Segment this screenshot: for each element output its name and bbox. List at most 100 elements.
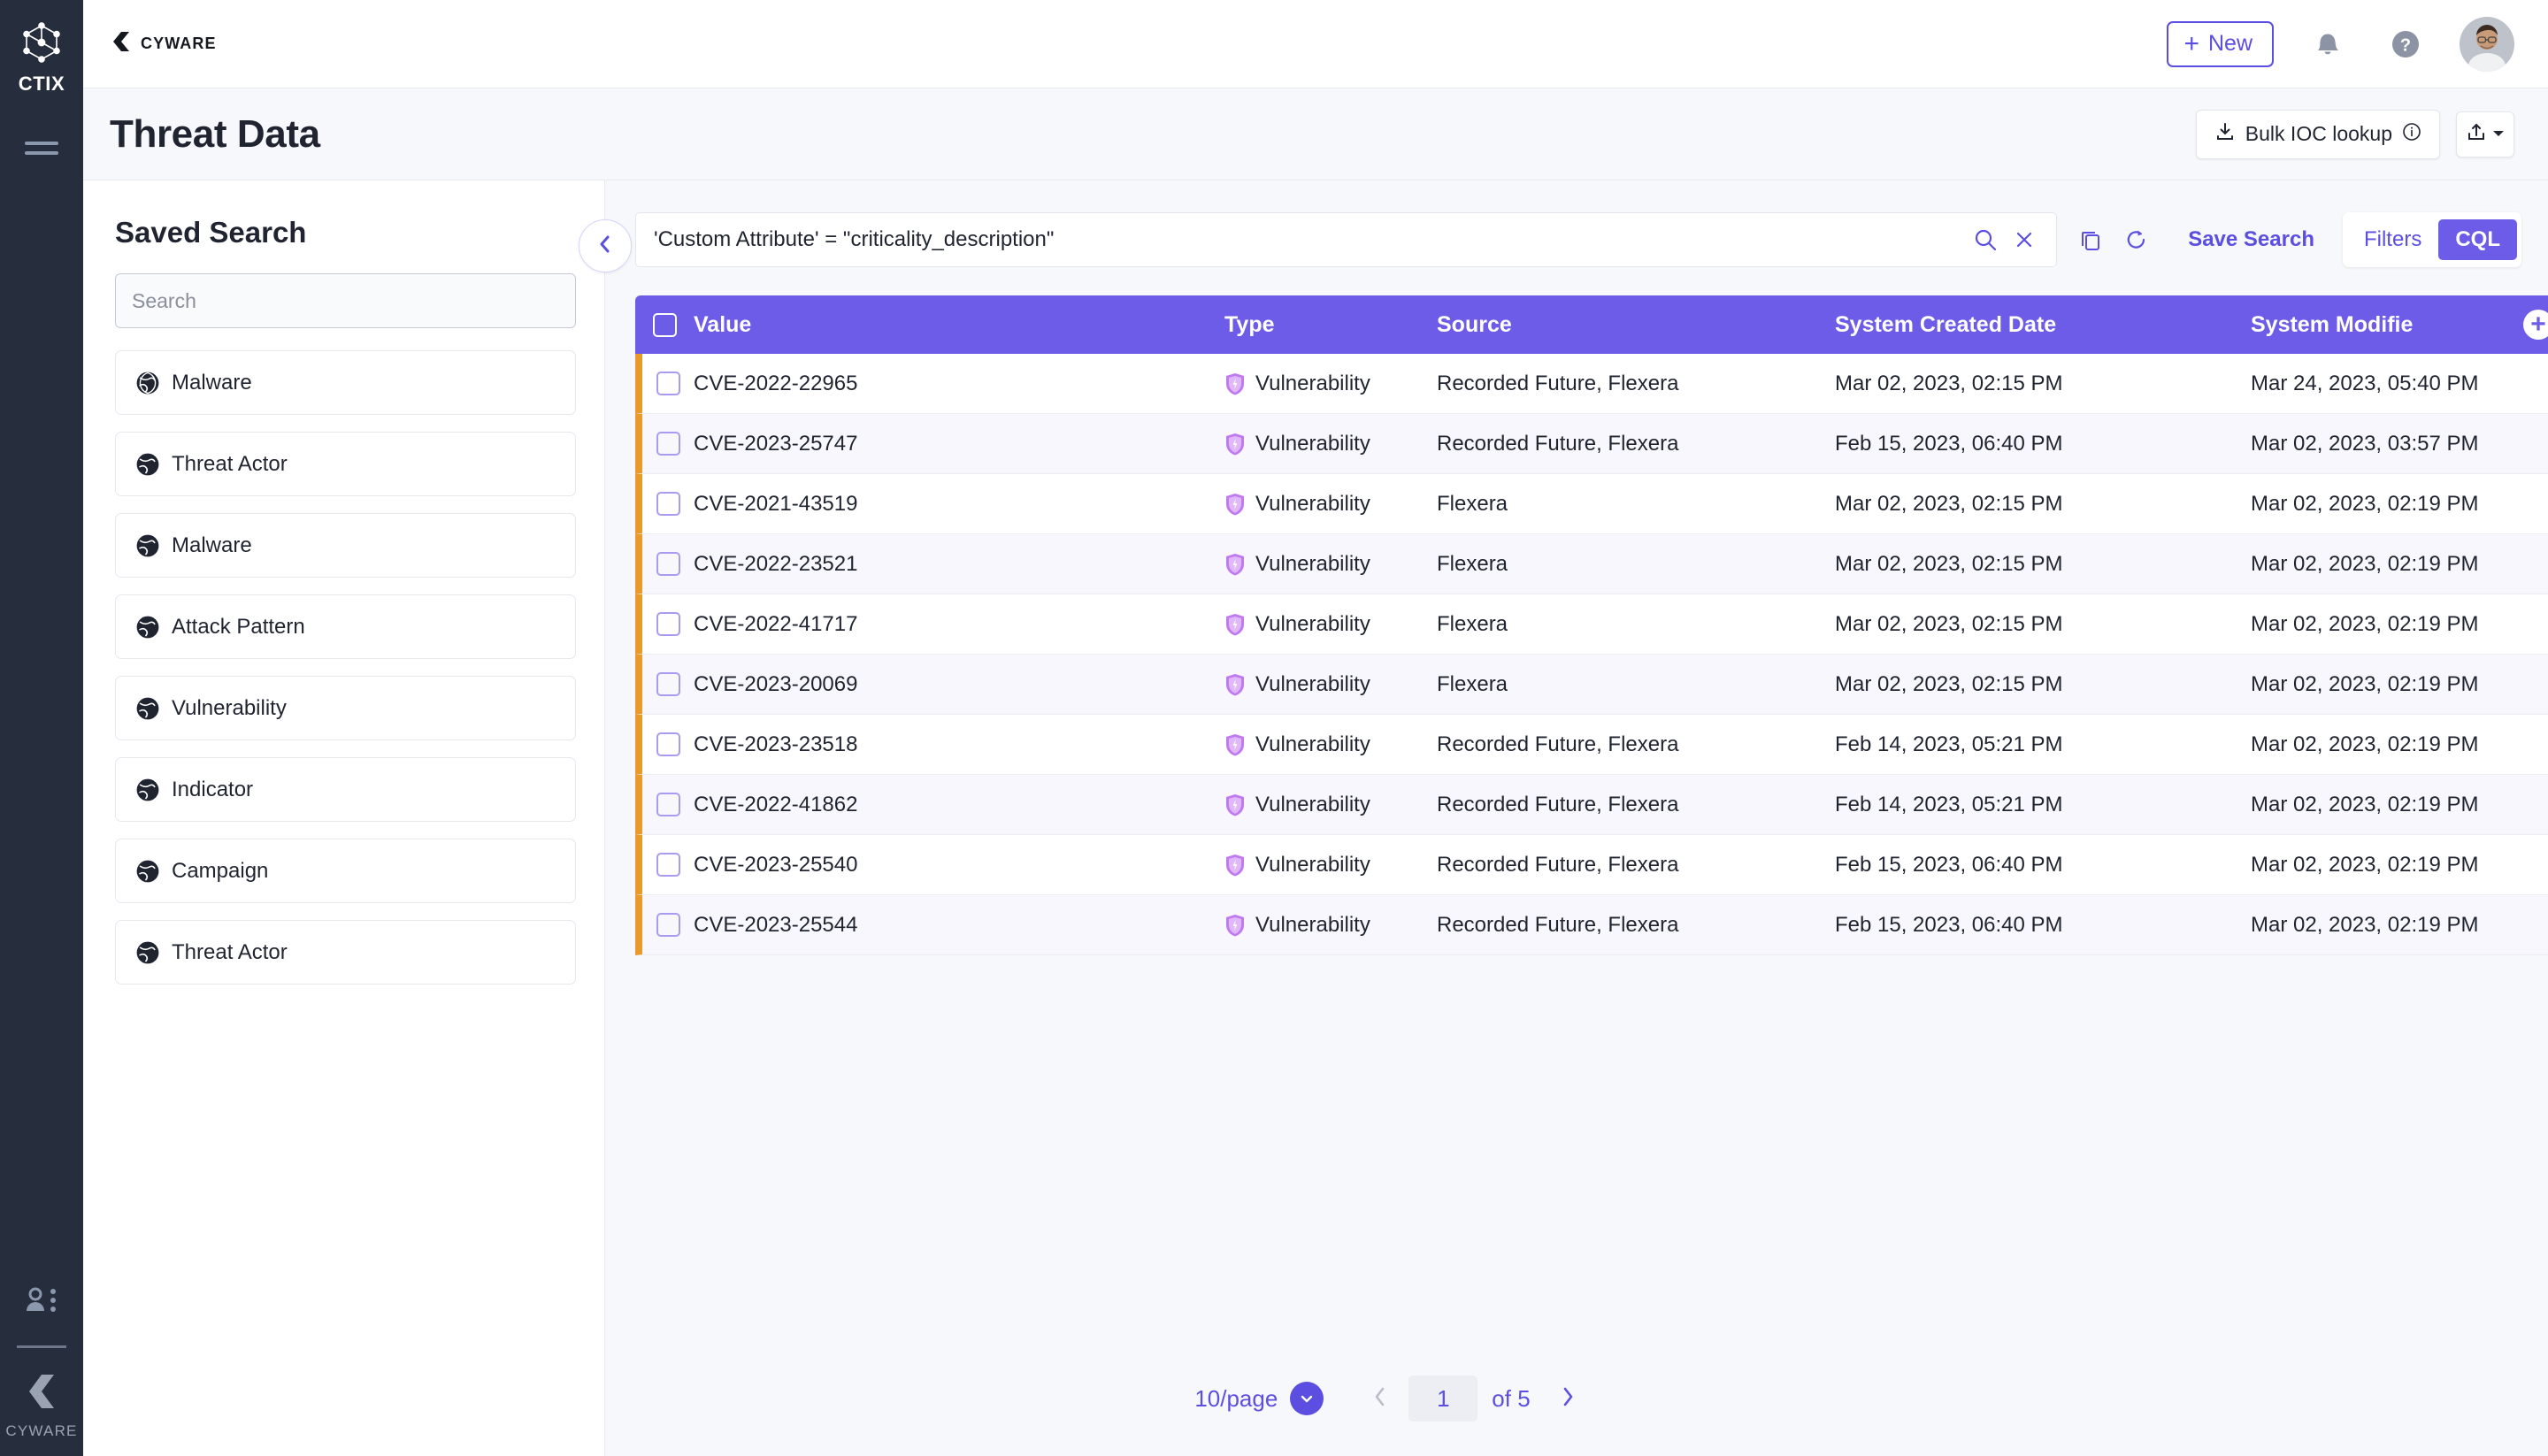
cell-value: CVE-2022-41717 (694, 611, 858, 636)
row-select-cell (642, 552, 694, 576)
cell-source: Recorded Future, Flexera (1437, 431, 1679, 456)
export-button[interactable] (2456, 111, 2514, 157)
row-checkbox[interactable] (656, 612, 680, 636)
chevron-down-icon[interactable] (1290, 1382, 1324, 1415)
cell-system-modified-date: Mar 02, 2023, 02:19 PM (2251, 611, 2479, 636)
hamburger-menu-icon[interactable] (25, 142, 58, 155)
bulk-ioc-lookup-label: Bulk IOC lookup (2245, 122, 2392, 145)
row-checkbox[interactable] (656, 552, 680, 576)
globe-icon (135, 940, 160, 965)
select-all-cell (635, 312, 694, 337)
new-button[interactable]: + New (2167, 20, 2274, 67)
table-row[interactable]: CVE-2021-43519 Vulnerability Flexera Mar… (635, 474, 2548, 534)
cell-system-created-date: Feb 15, 2023, 06:40 PM (1835, 431, 2063, 456)
share-upload-icon (2466, 121, 2487, 147)
saved-search-input[interactable] (115, 273, 576, 328)
search-icon[interactable] (1966, 227, 2005, 252)
column-header-system-created-date[interactable]: System Created Date (1835, 312, 2251, 338)
cql-query-box[interactable]: 'Custom Attribute' = "criticality_descri… (635, 212, 2058, 267)
plus-circle-icon[interactable]: + (2523, 310, 2548, 340)
column-header-type[interactable]: Type (1224, 312, 1437, 338)
row-select-cell (642, 612, 694, 636)
cell-type-label: Vulnerability (1255, 912, 1370, 937)
row-select-cell (642, 793, 694, 816)
cell-system-modified-date: Mar 02, 2023, 02:19 PM (2251, 551, 2479, 576)
row-checkbox[interactable] (656, 853, 680, 877)
info-circle-icon[interactable] (2402, 122, 2421, 147)
cql-query-input[interactable]: 'Custom Attribute' = "criticality_descri… (654, 227, 1966, 252)
cell-system-modified-date: Mar 02, 2023, 02:19 PM (2251, 852, 2479, 877)
row-checkbox[interactable] (656, 372, 680, 395)
saved-search-item[interactable]: Threat Actor (115, 432, 576, 496)
collapse-panel-button[interactable] (579, 219, 632, 272)
table-row[interactable]: CVE-2023-25747 Vulnerability Recorded Fu… (635, 414, 2548, 474)
row-select-cell (642, 672, 694, 696)
cell-type-label: Vulnerability (1255, 732, 1370, 756)
table-row[interactable]: CVE-2023-23518 Vulnerability Recorded Fu… (635, 715, 2548, 775)
row-checkbox[interactable] (656, 732, 680, 756)
table-row[interactable]: CVE-2022-23521 Vulnerability Flexera Mar… (635, 534, 2548, 594)
row-checkbox[interactable] (656, 913, 680, 937)
table-row[interactable]: CVE-2023-25540 Vulnerability Recorded Fu… (635, 835, 2548, 895)
cell-type-label: Vulnerability (1255, 371, 1370, 395)
app-root: CTIX CYWARE CYWARE + New ? Threat Data B… (0, 0, 2548, 1456)
table-row[interactable]: CVE-2022-41717 Vulnerability Flexera Mar… (635, 594, 2548, 655)
table-row[interactable]: CVE-2023-25544 Vulnerability Recorded Fu… (635, 895, 2548, 955)
cube-network-icon[interactable] (19, 19, 65, 65)
cell-type: Vulnerability (1224, 913, 1437, 938)
brand-text: CYWARE (141, 34, 217, 52)
cell-source: Recorded Future, Flexera (1437, 732, 1679, 756)
prev-page-button[interactable] (1357, 1376, 1403, 1422)
rail-bottom-section: CYWARE (0, 1283, 83, 1456)
avatar[interactable] (2460, 16, 2514, 72)
threat-data-table: Value Type Source System Created Date Sy… (635, 295, 2548, 1341)
bulk-ioc-lookup-button[interactable]: Bulk IOC lookup (2195, 109, 2440, 159)
close-x-icon[interactable] (2005, 228, 2044, 251)
select-all-checkbox[interactable] (652, 312, 677, 337)
globe-icon (135, 696, 160, 721)
column-header-system-modified-date[interactable]: System Modifie (2251, 312, 2548, 338)
tab-cql[interactable]: CQL (2438, 219, 2517, 260)
cell-value: CVE-2022-23521 (694, 551, 858, 576)
help-circle-icon[interactable]: ? (2382, 20, 2429, 68)
saved-search-item-label: Threat Actor (172, 939, 288, 964)
per-page-selector[interactable]: 10/page (1194, 1382, 1324, 1415)
row-checkbox[interactable] (656, 432, 680, 456)
user-settings-icon[interactable] (22, 1283, 61, 1326)
globe-icon (135, 778, 160, 802)
saved-search-item[interactable]: Malware (115, 513, 576, 578)
cell-system-created-date: Feb 15, 2023, 06:40 PM (1835, 912, 2063, 937)
cell-system-modified-date: Mar 02, 2023, 03:57 PM (2251, 431, 2479, 456)
table-row[interactable]: CVE-2022-22965 Vulnerability Recorded Fu… (635, 354, 2548, 414)
cell-system-created-date: Feb 14, 2023, 05:21 PM (1835, 732, 2063, 756)
chevron-left-icon (595, 233, 615, 260)
table-row[interactable]: CVE-2023-20069 Vulnerability Flexera Mar… (635, 655, 2548, 715)
tab-filters[interactable]: Filters (2347, 219, 2438, 260)
next-page-button[interactable] (1545, 1376, 1591, 1422)
cell-source: Recorded Future, Flexera (1437, 912, 1679, 937)
copy-icon[interactable] (2069, 218, 2112, 261)
chevron-left-icon (1371, 1385, 1389, 1413)
cell-value: CVE-2023-25747 (694, 431, 858, 456)
saved-search-item[interactable]: Malware (115, 350, 576, 415)
saved-search-item[interactable]: Vulnerability (115, 676, 576, 740)
row-checkbox[interactable] (656, 793, 680, 816)
cell-system-modified-date: Mar 02, 2023, 02:19 PM (2251, 491, 2479, 516)
save-search-button[interactable]: Save Search (2170, 212, 2329, 267)
globe-icon (135, 533, 160, 558)
saved-search-item[interactable]: Campaign (115, 839, 576, 903)
saved-search-item[interactable]: Threat Actor (115, 920, 576, 985)
row-checkbox[interactable] (656, 672, 680, 696)
row-checkbox[interactable] (656, 492, 680, 516)
current-page-input[interactable]: 1 (1408, 1376, 1478, 1422)
refresh-icon[interactable] (2115, 218, 2158, 261)
bell-icon[interactable] (2304, 20, 2352, 68)
column-header-value[interactable]: Value (694, 312, 1224, 338)
saved-search-item[interactable]: Attack Pattern (115, 594, 576, 659)
cell-type-label: Vulnerability (1255, 551, 1370, 576)
cell-type: Vulnerability (1224, 612, 1437, 637)
product-label: CTIX (18, 73, 65, 95)
table-row[interactable]: CVE-2022-41862 Vulnerability Recorded Fu… (635, 775, 2548, 835)
column-header-source[interactable]: Source (1437, 312, 1835, 338)
saved-search-item[interactable]: Indicator (115, 757, 576, 822)
